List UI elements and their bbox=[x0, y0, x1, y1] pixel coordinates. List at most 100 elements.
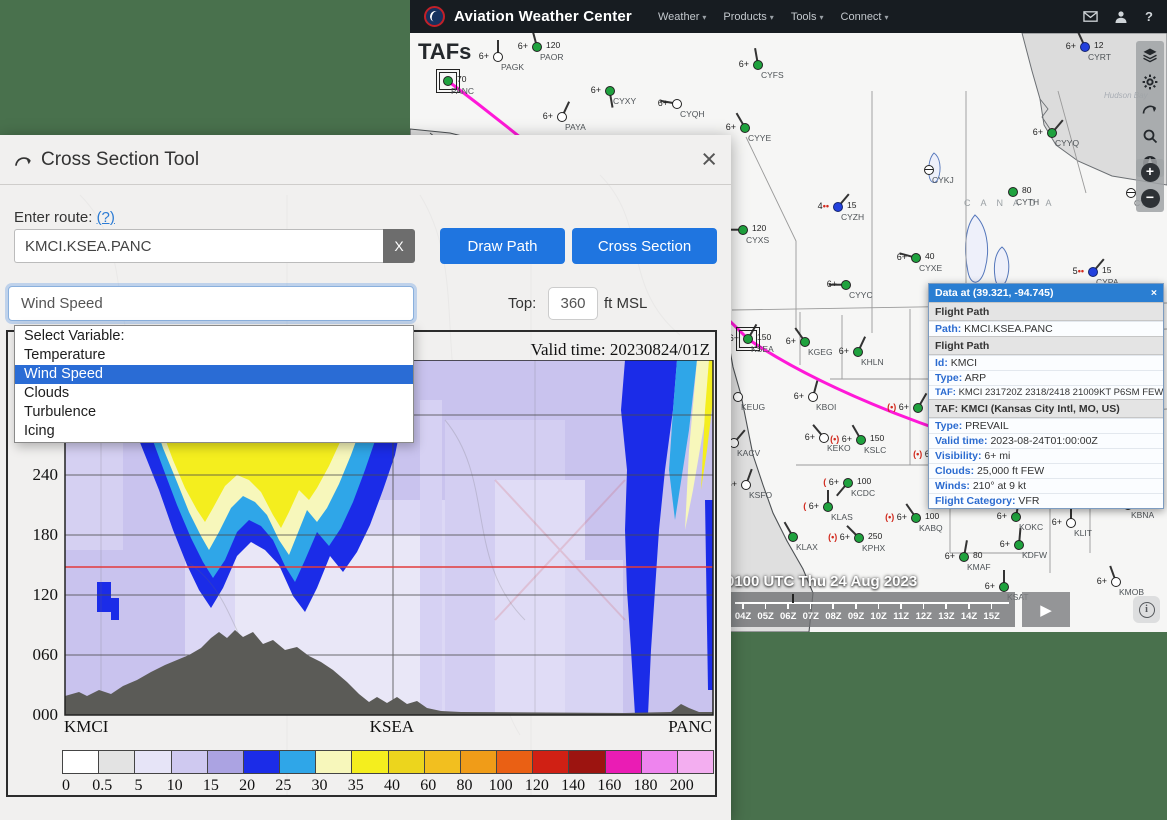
colorbar-cell bbox=[244, 751, 280, 773]
top-label: Top: bbox=[508, 295, 536, 312]
x-axis-station-label: PANC bbox=[668, 717, 712, 737]
timeline-tick-label[interactable]: 08Z bbox=[825, 611, 841, 622]
station-label: PAOR bbox=[540, 52, 563, 62]
draw-path-button[interactable]: Draw Path bbox=[440, 228, 565, 264]
timeline-tick-label[interactable]: 07Z bbox=[803, 611, 819, 622]
station-label: KACV bbox=[737, 448, 760, 458]
cross-section-button[interactable]: Cross Section bbox=[572, 228, 717, 264]
station-symbol-icon bbox=[913, 403, 923, 413]
popup-data-row: Flight Category: VFR bbox=[929, 493, 1163, 508]
desktop: Aviation Weather Center Weather▾Products… bbox=[0, 0, 1167, 820]
dropdown-option-select-variable-[interactable]: Select Variable: bbox=[15, 327, 413, 346]
colorbar-cell bbox=[569, 751, 605, 773]
station-label: KPHX bbox=[862, 543, 885, 553]
help-icon[interactable]: ? bbox=[1145, 9, 1153, 24]
chevron-down-icon: ▾ bbox=[702, 13, 706, 22]
x-axis-station-label: KMCI bbox=[64, 717, 108, 737]
dialog-close-icon[interactable]: × bbox=[701, 146, 717, 173]
header-icons: ? bbox=[1083, 9, 1153, 24]
station-label: KEUG bbox=[741, 402, 765, 412]
station-label: CYZH bbox=[841, 212, 864, 222]
station-symbol-icon bbox=[911, 253, 921, 263]
station-label: KSLC bbox=[864, 445, 886, 455]
colorbar-tick-label: 15 bbox=[203, 777, 219, 795]
station-label: KBOI bbox=[816, 402, 836, 412]
variable-select[interactable]: Wind Speed bbox=[8, 286, 414, 321]
popup-data-row: Valid time: 2023-08-24T01:00:00Z bbox=[929, 433, 1163, 448]
station-label: PAGK bbox=[501, 62, 524, 72]
station-symbol-icon bbox=[738, 225, 748, 235]
colorbar-cell bbox=[678, 751, 713, 773]
nav-item-weather[interactable]: Weather▾ bbox=[658, 11, 706, 23]
colorbar-tick-label: 20 bbox=[239, 777, 255, 795]
timeline-slider[interactable]: 04Z 05Z 06Z 07Z 08Z 09Z 10Z 11Z 12Z 13Z 14Z 15Z bbox=[731, 592, 1015, 627]
noaa-logo-icon bbox=[424, 6, 445, 27]
mail-icon[interactable] bbox=[1083, 10, 1098, 23]
timeline-tick-label[interactable]: 12Z bbox=[916, 611, 932, 622]
timeline-tick bbox=[855, 604, 857, 609]
colorbar-tick-label: 180 bbox=[634, 777, 658, 795]
nav-item-products[interactable]: Products▾ bbox=[723, 11, 773, 23]
timeline-tick-label[interactable]: 09Z bbox=[848, 611, 864, 622]
station-label: KABQ bbox=[919, 523, 943, 533]
dropdown-option-icing[interactable]: Icing bbox=[15, 422, 413, 441]
timeline-tick bbox=[878, 604, 880, 609]
dialog-title: Cross Section Tool bbox=[41, 149, 199, 171]
station-symbol-icon bbox=[788, 532, 798, 542]
route-input[interactable] bbox=[14, 229, 383, 263]
popup-data-row: Winds: 210° at 9 kt bbox=[929, 478, 1163, 493]
timeline-tick-label[interactable]: 04Z bbox=[735, 611, 751, 622]
timeline-tick-label[interactable]: 11Z bbox=[893, 611, 909, 622]
timeline-tick-label[interactable]: 05Z bbox=[757, 611, 773, 622]
top-input[interactable] bbox=[548, 287, 598, 320]
station-label: KEKO bbox=[827, 443, 851, 453]
map-tool-rail bbox=[1136, 41, 1164, 177]
search-icon[interactable] bbox=[1140, 126, 1160, 146]
station-symbol-icon bbox=[854, 533, 864, 543]
timeline-timestamp: 0100 UTC Thu 24 Aug 2023 bbox=[726, 573, 917, 590]
timeline-tick-label[interactable]: 06Z bbox=[780, 611, 796, 622]
dropdown-option-wind-speed[interactable]: Wind Speed bbox=[15, 365, 413, 384]
timeline-tick bbox=[742, 604, 744, 609]
y-axis-tick-label: 060 bbox=[14, 645, 58, 665]
station-symbol-icon bbox=[743, 334, 753, 344]
timeline-tick-label[interactable]: 15Z bbox=[983, 611, 999, 622]
colorbar-cell bbox=[208, 751, 244, 773]
zoom-out-icon[interactable]: − bbox=[1141, 189, 1160, 208]
nav-item-tools[interactable]: Tools▾ bbox=[791, 11, 824, 23]
station-symbol-icon bbox=[1047, 128, 1057, 138]
popup-data-row: Clouds: 25,000 ft FEW bbox=[929, 463, 1163, 478]
station-symbol-icon bbox=[443, 76, 453, 86]
user-icon[interactable] bbox=[1114, 10, 1129, 23]
station-label: KBNA bbox=[1131, 510, 1154, 520]
timeline-tick-label[interactable]: 14Z bbox=[961, 611, 977, 622]
timeline-tick-label[interactable]: 13Z bbox=[938, 611, 954, 622]
colorbar-cell bbox=[642, 751, 678, 773]
timeline-tick-label[interactable]: 10Z bbox=[870, 611, 886, 622]
colorbar-tick-label: 35 bbox=[348, 777, 364, 795]
popup-close-icon[interactable]: × bbox=[1151, 287, 1157, 299]
settings-icon[interactable] bbox=[1140, 72, 1160, 92]
zoom-in-icon[interactable]: + bbox=[1141, 163, 1160, 182]
station-symbol-icon bbox=[1008, 187, 1018, 197]
layers-icon[interactable] bbox=[1140, 45, 1160, 65]
dropdown-option-clouds[interactable]: Clouds bbox=[15, 384, 413, 403]
colorbar-tick-label: 40 bbox=[384, 777, 400, 795]
station-label: CYXY bbox=[613, 96, 636, 106]
station-label: KHLN bbox=[861, 357, 884, 367]
station-symbol-icon bbox=[493, 52, 503, 62]
cross-section-icon[interactable] bbox=[1140, 99, 1160, 119]
nav-item-connect[interactable]: Connect▾ bbox=[841, 11, 889, 23]
dropdown-option-temperature[interactable]: Temperature bbox=[15, 346, 413, 365]
info-button[interactable]: i bbox=[1133, 596, 1160, 623]
station-label: KLAX bbox=[796, 542, 818, 552]
colorbar-cell bbox=[280, 751, 316, 773]
colorbar-cell bbox=[425, 751, 461, 773]
popup-data-row: Type: PREVAIL bbox=[929, 418, 1163, 433]
dropdown-option-turbulence[interactable]: Turbulence bbox=[15, 403, 413, 422]
route-help-link[interactable]: (?) bbox=[97, 209, 115, 226]
canada-label: C A N A D A bbox=[964, 198, 1056, 208]
play-button[interactable]: ▶ bbox=[1022, 592, 1070, 627]
colorbar-cell bbox=[316, 751, 352, 773]
route-clear-button[interactable]: X bbox=[383, 229, 415, 263]
